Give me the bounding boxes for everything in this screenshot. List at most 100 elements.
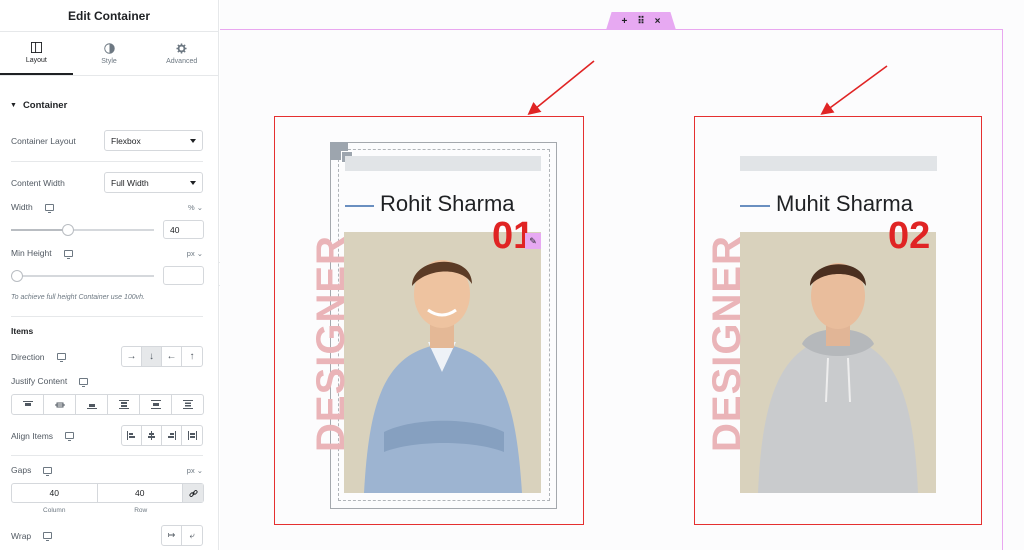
monitor-icon[interactable] bbox=[43, 532, 53, 541]
container-layout-control: Container Layout Flexbox bbox=[11, 130, 203, 151]
items-heading: Items bbox=[11, 326, 34, 336]
justify-end-button[interactable] bbox=[76, 395, 108, 414]
justify-content-header: Justify Content bbox=[11, 376, 203, 387]
editor-canvas: + ⠿ × Rohit Sharma 01 ✎ DESIGNER Muhit S… bbox=[220, 0, 1024, 550]
width-slider[interactable] bbox=[11, 224, 154, 236]
member-number: 02 bbox=[888, 215, 931, 257]
align-center-icon bbox=[148, 431, 155, 440]
justify-content-label-wrap: Justify Content bbox=[11, 376, 89, 387]
name-accent-line bbox=[740, 205, 770, 207]
gaps-header: Gaps px ⌄ bbox=[11, 465, 203, 476]
gaps-inputs: 40 40 bbox=[11, 483, 204, 503]
gap-row-value: 40 bbox=[135, 488, 145, 498]
container-layout-label: Container Layout bbox=[11, 135, 76, 146]
align-items-control: Align Items bbox=[11, 425, 203, 446]
no-wrap-icon: ↦ bbox=[167, 530, 176, 540]
width-label: Width bbox=[11, 202, 33, 212]
name-accent-line bbox=[345, 205, 374, 207]
direction-row-button[interactable]: → bbox=[122, 347, 142, 366]
edit-widget-button[interactable]: ✎ bbox=[525, 233, 541, 249]
arrow-2 bbox=[820, 65, 888, 115]
gap-row-input[interactable]: 40 bbox=[98, 484, 183, 502]
width-label-wrap: Width bbox=[11, 202, 54, 213]
min-height-label-wrap: Min Height bbox=[11, 248, 73, 259]
arrow-right-icon: → bbox=[126, 351, 137, 362]
gaps-unit: px bbox=[186, 465, 195, 475]
width-unit-select[interactable]: % ⌄ bbox=[188, 203, 203, 212]
tab-style[interactable]: Style bbox=[73, 32, 146, 75]
gaps-unit-select[interactable]: px ⌄ bbox=[187, 466, 203, 475]
justify-space-between-button[interactable] bbox=[108, 395, 140, 414]
align-center-button[interactable] bbox=[142, 426, 162, 445]
content-width-control: Content Width Full Width bbox=[11, 172, 203, 193]
panel-tabs: Layout Style Advanced bbox=[0, 32, 218, 76]
min-height-slider[interactable] bbox=[11, 270, 154, 282]
section-container-toggle[interactable]: ▼ Container bbox=[0, 76, 77, 134]
card-top-bar bbox=[740, 156, 937, 171]
content-width-label: Content Width bbox=[11, 177, 65, 188]
justify-start-button[interactable] bbox=[12, 395, 44, 414]
justify-center-button[interactable] bbox=[44, 395, 76, 414]
min-height-slider-thumb[interactable] bbox=[11, 270, 23, 282]
content-width-select[interactable]: Full Width bbox=[104, 172, 203, 193]
monitor-icon[interactable] bbox=[43, 466, 53, 476]
link-values-button[interactable] bbox=[183, 484, 203, 502]
editor-panel: Edit Container Layout Style Advanced ▼ C… bbox=[0, 0, 219, 550]
justify-space-evenly-button[interactable] bbox=[172, 395, 203, 414]
width-slider-fill bbox=[11, 229, 69, 231]
monitor-icon[interactable] bbox=[44, 203, 54, 213]
monitor-icon[interactable] bbox=[65, 432, 75, 441]
direction-column-button[interactable]: ↓ bbox=[142, 347, 162, 366]
align-end-button[interactable] bbox=[162, 426, 182, 445]
tab-advanced[interactable]: Advanced bbox=[145, 32, 218, 75]
align-stretch-icon bbox=[187, 431, 197, 440]
arrow-down-icon: ↓ bbox=[149, 351, 154, 362]
monitor-icon[interactable] bbox=[79, 377, 89, 387]
container-layout-select[interactable]: Flexbox bbox=[104, 130, 203, 151]
min-height-unit-select[interactable]: px ⌄ bbox=[187, 249, 203, 258]
min-height-label: Min Height bbox=[11, 248, 52, 258]
direction-button-group: → ↓ ← ↑ bbox=[121, 346, 203, 367]
direction-row-reverse-button[interactable]: ← bbox=[162, 347, 182, 366]
tab-advanced-label: Advanced bbox=[166, 57, 198, 65]
gap-labels: Column Row bbox=[11, 507, 184, 514]
layout-icon bbox=[30, 41, 42, 53]
wrap-control: Wrap ↦ ⤶ bbox=[11, 525, 203, 546]
gap-column-label: Column bbox=[43, 507, 66, 514]
align-start-icon bbox=[127, 431, 135, 440]
align-start-button[interactable] bbox=[122, 426, 142, 445]
member-role-vertical: DESIGNER bbox=[705, 235, 749, 452]
justify-space-around-button[interactable] bbox=[140, 395, 172, 414]
width-slider-thumb[interactable] bbox=[62, 224, 75, 236]
width-input[interactable]: 40 bbox=[163, 220, 204, 239]
member-role-vertical: DESIGNER bbox=[309, 235, 353, 452]
member-photo bbox=[740, 232, 936, 493]
no-wrap-button[interactable]: ↦ bbox=[162, 526, 182, 545]
justify-center-icon bbox=[54, 402, 65, 407]
card-top-bar bbox=[345, 156, 541, 171]
divider bbox=[11, 161, 203, 162]
gap-column-input[interactable]: 40 bbox=[12, 484, 98, 502]
team-card-2[interactable]: Muhit Sharma 02 DESIGNER bbox=[694, 116, 982, 525]
chevron-down-icon bbox=[190, 180, 196, 185]
tab-layout-label: Layout bbox=[25, 56, 47, 64]
min-height-hint: To achieve full height Container use 100… bbox=[11, 294, 145, 301]
gap-column-value: 40 bbox=[49, 488, 59, 498]
chevron-down-icon: ⌄ bbox=[196, 202, 203, 212]
align-items-label-wrap: Align Items bbox=[11, 431, 75, 441]
align-stretch-button[interactable] bbox=[182, 426, 202, 445]
wrap-button[interactable]: ⤶ bbox=[182, 526, 202, 545]
section-container-title: Container bbox=[22, 99, 68, 111]
direction-control: Direction → ↓ ← ↑ bbox=[11, 346, 203, 367]
width-unit: % bbox=[188, 202, 195, 212]
member-name: Muhit Sharma bbox=[776, 191, 913, 216]
monitor-icon[interactable] bbox=[56, 353, 66, 362]
monitor-icon[interactable] bbox=[63, 249, 73, 259]
direction-column-reverse-button[interactable]: ↑ bbox=[182, 347, 202, 366]
chevron-down-icon bbox=[190, 138, 196, 143]
person-illustration bbox=[758, 263, 918, 493]
team-card-1[interactable]: Rohit Sharma 01 ✎ DESIGNER bbox=[274, 116, 584, 525]
tab-layout[interactable]: Layout bbox=[0, 32, 73, 75]
panel-title: Edit Container bbox=[0, 0, 218, 32]
min-height-input[interactable] bbox=[163, 266, 204, 285]
